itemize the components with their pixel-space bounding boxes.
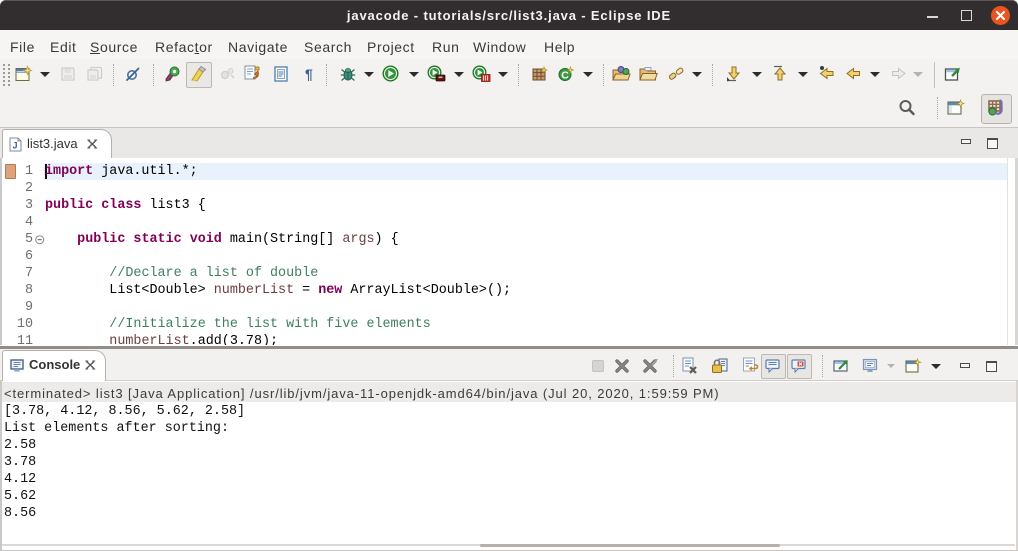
svg-text:C: C: [561, 70, 569, 82]
svg-text:J: J: [12, 141, 17, 151]
